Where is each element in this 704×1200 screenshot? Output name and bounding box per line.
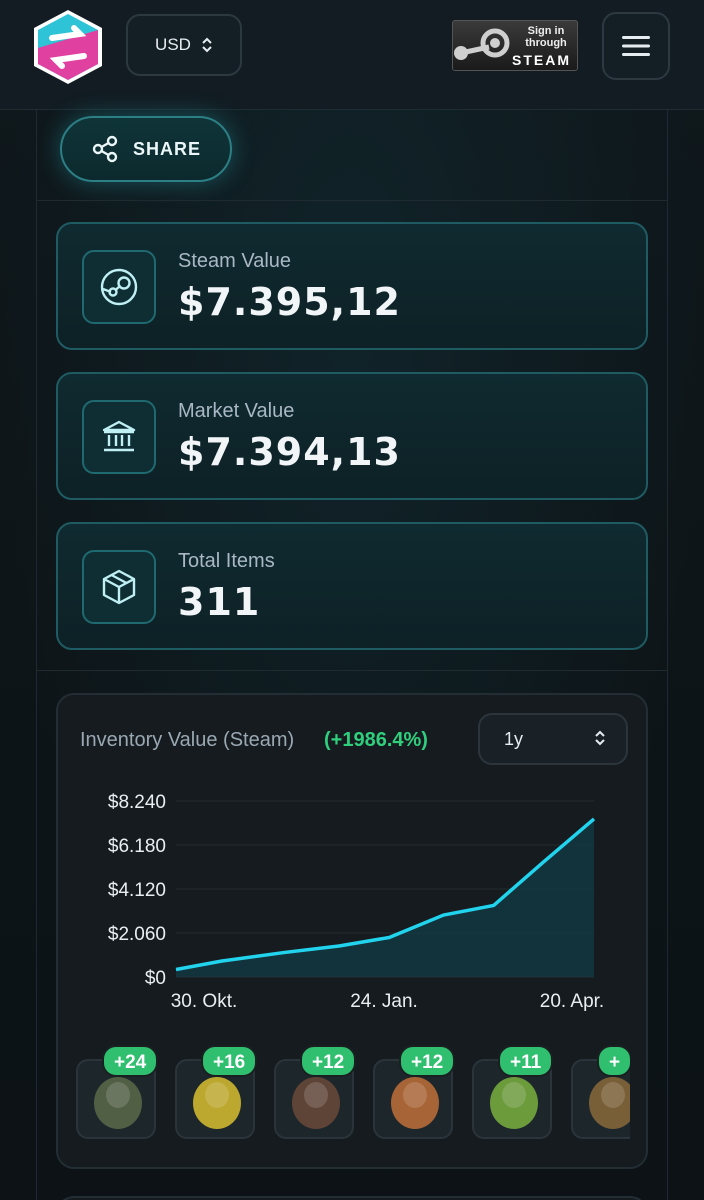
stat-label: Steam Value (178, 250, 292, 272)
currency-select[interactable]: USD (126, 14, 242, 76)
item-count-badge: +24 (102, 1045, 159, 1077)
stat-value: $7.394,13 (178, 430, 401, 474)
stat-label: Market Value (178, 400, 295, 422)
steam-signin-button[interactable]: Sign in through STEAM (452, 20, 578, 71)
menu-icon (622, 36, 650, 56)
share-label: SHARE (132, 138, 201, 159)
chart-title: Inventory Value (Steam) (80, 729, 295, 751)
top-header: USD Sign in through STEAM (0, 0, 704, 110)
x-tick-label: 20. Apr. (540, 991, 604, 1012)
x-tick-label: 30. Okt. (171, 991, 238, 1012)
share-icon (92, 135, 118, 163)
steam-icon (100, 268, 138, 306)
series-area (176, 818, 594, 977)
time-range-value: 1y (504, 729, 524, 749)
stat-value: 311 (178, 580, 261, 624)
item-count-badge: +11 (498, 1045, 554, 1077)
market-value-card: Market Value $7.394,13 (56, 372, 648, 500)
share-button[interactable]: SHARE (60, 116, 232, 182)
steam-signin-line2: through (525, 37, 567, 49)
item-count-badge: +12 (300, 1045, 357, 1077)
section-divider (36, 200, 668, 201)
total-items-card: Total Items 311 (56, 522, 648, 650)
next-card (56, 1196, 648, 1200)
chevron-updown-icon (595, 730, 605, 746)
currency-value: USD (155, 35, 191, 54)
steam-value-card: Steam Value $7.395,12 (56, 222, 648, 350)
x-tick-label: 24. Jan. (350, 991, 418, 1012)
time-range-select[interactable]: 1y (478, 713, 628, 765)
inventory-chart-card: Inventory Value (Steam) (+1986.4%) 1y $8… (56, 693, 648, 1169)
y-tick-label: $8.240 (108, 792, 166, 813)
y-tick-label: $0 (145, 968, 166, 989)
top-items-row: +24 +16 +12 +12 +11 + (76, 1045, 630, 1145)
y-tick-label: $2.060 (108, 924, 166, 945)
item-count-badge: + (597, 1045, 630, 1077)
bank-icon (102, 420, 136, 452)
stat-label: Total Items (178, 550, 275, 572)
inventory-value-chart: $8.240 $6.180 $4.120 $2.060 $030. Okt. 24. Ja… (108, 792, 604, 1012)
y-tick-label: $6.180 (108, 836, 166, 857)
hamburger-menu-button[interactable] (602, 12, 670, 80)
logo-icon (34, 10, 102, 84)
steam-logo-icon (454, 28, 510, 60)
stat-value: $7.395,12 (178, 280, 401, 324)
section-divider (36, 670, 668, 671)
item-count-badge: +16 (201, 1045, 258, 1077)
steam-signin-line1: Sign in (527, 25, 565, 37)
steam-brand-label: STEAM (512, 52, 571, 68)
item-count-badge: +12 (399, 1045, 456, 1077)
y-tick-label: $4.120 (108, 880, 166, 901)
chevron-updown-icon (202, 37, 212, 53)
site-logo[interactable] (30, 8, 106, 86)
box-icon (102, 569, 136, 605)
chart-change-percent: (+1986.4%) (324, 729, 428, 751)
